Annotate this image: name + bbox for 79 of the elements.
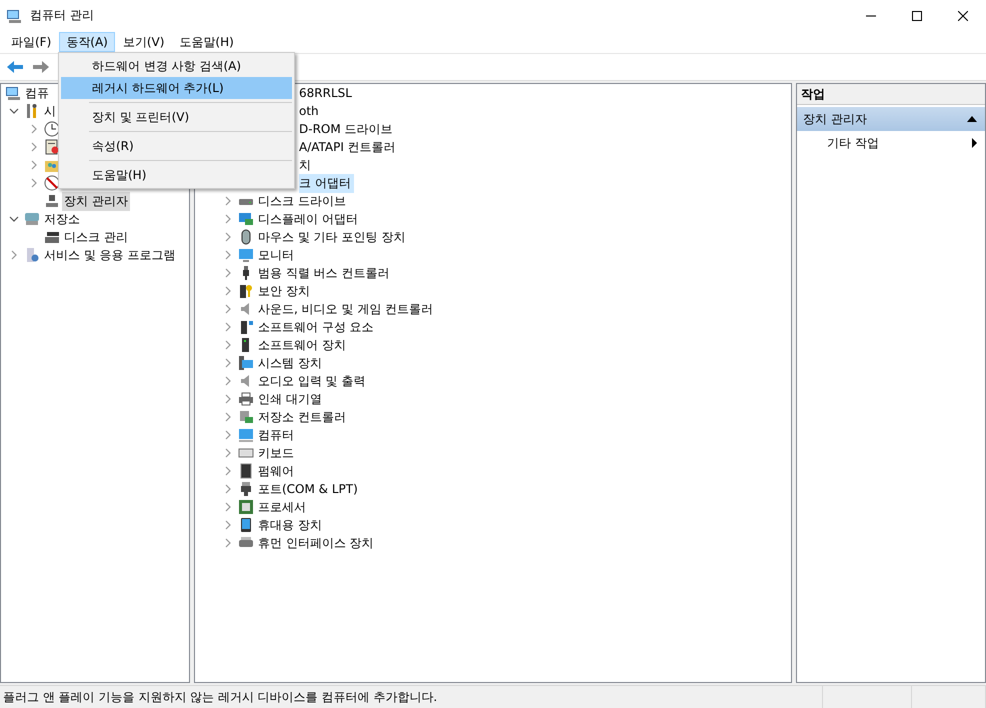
device-category[interactable]: 소프트웨어 구성 요소 — [256, 318, 376, 336]
storage-icon — [24, 211, 40, 227]
tree-item[interactable]: 장치 관리자 — [62, 192, 130, 210]
close-icon — [958, 10, 968, 20]
action-link[interactable]: 기타 작업 — [827, 134, 879, 152]
system-icon — [238, 355, 254, 371]
window-title: 컴퓨터 관리 — [30, 7, 95, 24]
device-category[interactable]: A/ATAPI 컨트롤러 — [299, 138, 399, 156]
tree-item[interactable]: 저장소 — [42, 210, 82, 228]
tree-item[interactable]: 시 — [42, 102, 58, 120]
device-category[interactable]: 오디오 입력 및 출력 — [256, 372, 368, 390]
device-category[interactable]: D-ROM 드라이브 — [299, 120, 396, 138]
tree-item[interactable]: 디스크 관리 — [62, 228, 130, 246]
tablet-icon — [238, 517, 254, 533]
device-category[interactable]: 마우스 및 기타 포인팅 장치 — [256, 228, 408, 246]
forward-arrow-icon — [32, 60, 50, 74]
device-category[interactable]: 포트(COM & LPT) — [256, 480, 360, 498]
menu-option[interactable]: 장치 및 프린터(V) — [61, 106, 292, 128]
menu-item[interactable]: 동작(A) — [59, 32, 115, 52]
device-category[interactable]: 모니터 — [256, 246, 296, 264]
device-category[interactable]: 소프트웨어 장치 — [256, 336, 348, 354]
collapse-arrow-icon[interactable] — [967, 116, 977, 122]
chip-icon — [238, 463, 254, 479]
device-category[interactable]: 보안 장치 — [256, 282, 312, 300]
collapsed-chevron-icon[interactable] — [29, 178, 39, 188]
device-category[interactable]: 키보드 — [256, 444, 296, 462]
device-category[interactable]: 인쇄 대기열 — [256, 390, 324, 408]
submenu-arrow-icon — [972, 138, 977, 148]
device-category[interactable]: 디스플레이 어댑터 — [256, 210, 360, 228]
device-category[interactable]: 펌웨어 — [256, 462, 296, 480]
device-category[interactable]: 치 — [299, 156, 314, 174]
menu-option[interactable]: 속성(R) — [61, 135, 292, 157]
collapsed-chevron-icon[interactable] — [9, 250, 19, 260]
device-category[interactable]: 시스템 장치 — [256, 354, 324, 372]
actions-section[interactable]: 장치 관리자 — [797, 107, 985, 131]
device-category[interactable]: 휴대용 장치 — [256, 516, 324, 534]
monitor-icon — [238, 427, 254, 443]
log-icon — [44, 139, 60, 155]
device-category[interactable]: 프로세서 — [256, 498, 308, 516]
key-icon — [238, 283, 254, 299]
back-arrow-icon — [6, 60, 24, 74]
device-category[interactable]: 저장소 컨트롤러 — [256, 408, 348, 426]
port-icon — [238, 481, 254, 497]
controller-icon — [238, 409, 254, 425]
device-category[interactable]: 범용 직렬 버스 컨트롤러 — [256, 264, 392, 282]
device-manager-icon — [44, 193, 60, 209]
processor-icon — [238, 499, 254, 515]
device-category[interactable]: 사운드, 비디오 및 게임 컨트롤러 — [256, 300, 436, 318]
menu-option[interactable]: 하드웨어 변경 사항 검색(A) — [61, 55, 292, 77]
section-title: 장치 관리자 — [803, 110, 867, 128]
menu-option[interactable]: 도움말(H) — [61, 164, 292, 186]
tree-item[interactable]: 컴퓨 — [23, 84, 51, 102]
services-icon — [24, 247, 40, 263]
collapsed-chevron-icon[interactable] — [29, 124, 39, 134]
menu-option[interactable]: 레거시 하드웨어 추가(L) — [61, 77, 292, 99]
device-category[interactable]: oth — [299, 103, 322, 119]
menu-item[interactable]: 보기(V) — [116, 32, 172, 52]
device-category[interactable]: 컴퓨터 — [256, 426, 296, 444]
computer-management-icon — [6, 8, 22, 24]
display-adapter-icon — [238, 211, 254, 227]
device-category[interactable]: 디스크 드라이브 — [256, 192, 348, 210]
device-category[interactable]: 크 어댑터 — [299, 174, 354, 192]
printer-icon — [238, 391, 254, 407]
monitor-icon — [238, 247, 254, 263]
actions-header: 작업 — [801, 86, 825, 102]
status-text: 플러그 앤 플레이 기능을 지원하지 않는 레거시 디바이스를 컴퓨터에 추가합니다. — [3, 688, 438, 706]
clock-icon — [44, 121, 60, 137]
maximize-icon — [912, 10, 922, 20]
disk-icon — [44, 229, 60, 245]
menu-item[interactable]: 파일(F) — [4, 32, 58, 52]
collapsed-chevron-icon[interactable] — [29, 160, 39, 170]
component-icon — [238, 319, 254, 335]
device-category[interactable]: 휴먼 인터페이스 장치 — [256, 534, 376, 552]
expanded-chevron-icon[interactable] — [9, 214, 19, 224]
expanded-chevron-icon[interactable] — [9, 106, 19, 116]
collapsed-chevron-icon[interactable] — [29, 142, 39, 152]
menu-item[interactable]: 도움말(H) — [172, 32, 241, 52]
device-category[interactable]: 68RRLSL — [299, 85, 355, 101]
tree-item[interactable]: 서비스 및 응용 프로그램 — [42, 246, 178, 264]
